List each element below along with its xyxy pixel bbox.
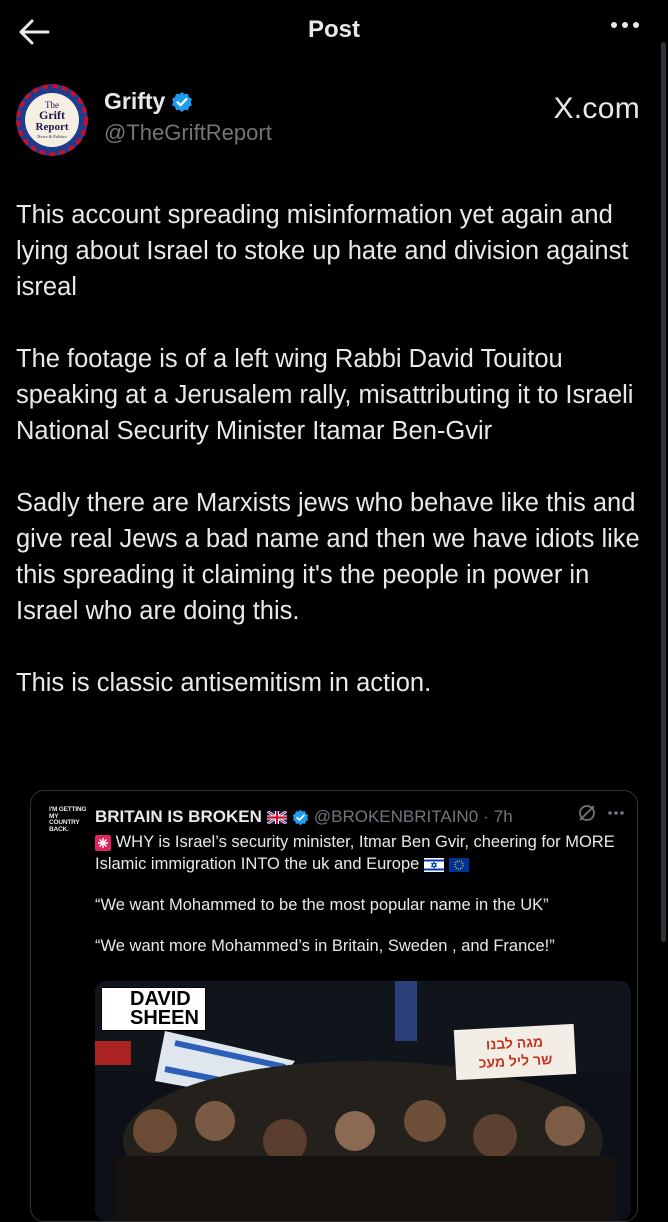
quote-header: BRITAIN IS BROKEN @BROKENBRITAIN0 · 7h	[95, 805, 635, 829]
source-label: X.com	[553, 92, 640, 125]
scrollbar[interactable]	[661, 42, 666, 942]
protest-sign: מגה לבנו שר ליל מעכ	[453, 1023, 577, 1081]
grok-icon[interactable]	[577, 803, 597, 823]
quote-text-line: “We want Mohammed to be the most popular…	[95, 896, 549, 914]
author-handle[interactable]: @TheGriftReport	[104, 120, 272, 146]
quote-body: WHY is Israel’s security minister, Itmar…	[95, 831, 625, 976]
quoted-post[interactable]: I'M GETTING MY COUNTRY BACK. BRITAIN IS …	[30, 790, 638, 1222]
top-bar: Post	[0, 0, 668, 64]
more-dots-icon[interactable]	[607, 810, 625, 816]
quote-actions	[577, 803, 625, 823]
post-author: The Grift Report News & Politics Grifty …	[16, 84, 652, 164]
author-name[interactable]: Grifty	[104, 88, 193, 115]
eu-flag-icon	[448, 857, 469, 872]
quote-separator: ·	[483, 807, 489, 826]
post-paragraph: This account spreading misinformation ye…	[16, 201, 629, 301]
post-paragraph: The footage is of a left wing Rabbi Davi…	[16, 345, 634, 445]
more-dots-icon	[610, 20, 640, 30]
verified-badge-icon	[171, 91, 193, 113]
svg-text:Grift: Grift	[39, 108, 65, 122]
post-paragraph: This is classic antisemitism in action.	[16, 669, 432, 697]
page-title: Post	[307, 16, 360, 43]
israel-flag-icon	[423, 857, 444, 872]
avatar[interactable]: The Grift Report News & Politics	[16, 84, 88, 156]
svg-text:News & Politics: News & Politics	[37, 134, 67, 139]
quote-text-line: WHY is Israel’s security minister, Itmar…	[95, 833, 615, 873]
quote-author-name[interactable]: BRITAIN IS BROKEN	[95, 807, 262, 827]
siren-emoji-icon	[95, 834, 111, 851]
more-options-button[interactable]	[610, 16, 640, 34]
quote-author-handle[interactable]: @BROKENBRITAIN0	[314, 807, 478, 827]
quote-text-line: “We want more Mohammed’s in Britain, Swe…	[95, 937, 555, 955]
uk-flag-icon	[266, 810, 287, 824]
quote-video-thumbnail[interactable]: DAVID SHEEN מגה לבנו שר ליל מעכ	[95, 981, 631, 1221]
svg-text:Report: Report	[36, 121, 69, 133]
quote-avatar[interactable]: I'M GETTING MY COUNTRY BACK.	[49, 806, 89, 851]
grift-report-logo: The Grift Report News & Politics	[16, 84, 88, 156]
verified-badge-icon	[292, 809, 309, 826]
post-body: This account spreading misinformation ye…	[16, 197, 652, 737]
author-name-text: Grifty	[104, 88, 166, 114]
post-paragraph: Sadly there are Marxists jews who behave…	[16, 489, 640, 625]
video-overlay-label: DAVID SHEEN	[101, 987, 206, 1031]
quote-timestamp: 7h	[493, 807, 513, 826]
